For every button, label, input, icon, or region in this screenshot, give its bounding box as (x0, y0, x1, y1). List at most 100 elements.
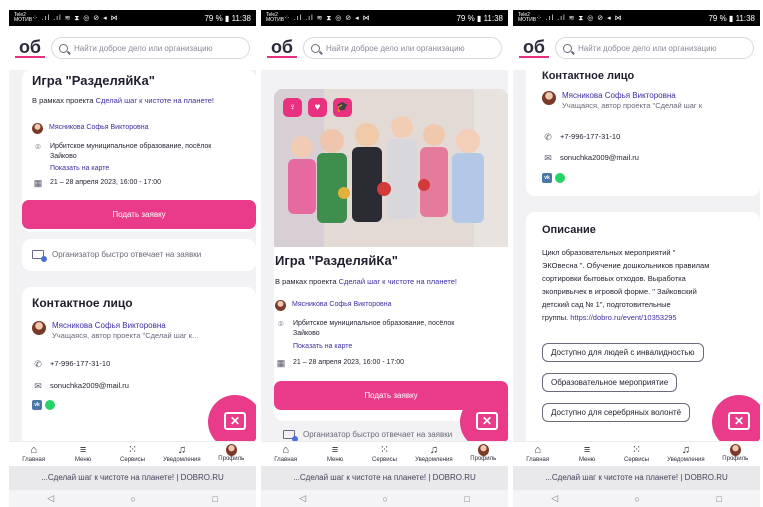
show-on-map-link[interactable]: Показать на карте (293, 342, 352, 352)
page-content: Контактное лицо Мясникова Софья Викторов… (513, 70, 760, 441)
dobro-logo[interactable]: об (519, 38, 549, 58)
nav-profile[interactable]: Профиль (463, 444, 503, 462)
contact-avatar (32, 321, 46, 335)
tag-silver-volunteers[interactable]: Доступно для серебряных волонтё (542, 403, 691, 422)
contact-avatar (542, 91, 556, 105)
contact-email[interactable]: sonuchka2009@mail.ru (560, 153, 639, 163)
whatsapp-icon[interactable] (555, 173, 565, 183)
page-content: ♀ ♥ 🎓 Игра "РазделяйКа" В рамках проекта… (261, 70, 508, 441)
nav-menu[interactable]: ≡ Меню (567, 444, 607, 463)
profile-avatar-icon (477, 444, 489, 456)
grid-icon: ⁙ (127, 444, 138, 456)
nav-home[interactable]: ⌂ Главная (266, 444, 306, 463)
contact-name[interactable]: Мясникова Софья Викторовна (52, 321, 198, 331)
home-circle-icon[interactable]: ○ (131, 494, 136, 504)
whatsapp-icon[interactable] (45, 400, 55, 410)
browser-url-bar[interactable]: ...Сделай шаг к чистоте на планете! | DO… (9, 466, 256, 490)
contact-card: Контактное лицо Мясникова Софья Викторов… (526, 70, 760, 196)
contact-phone[interactable]: +7-996-177-31-10 (50, 359, 110, 369)
home-icon: ⌂ (282, 444, 290, 456)
description-text: Цикл образовательных мероприятий " ЭКОве… (542, 248, 710, 322)
search-input[interactable]: Найти доброе дело или организацию (51, 37, 250, 59)
message-icon: ✕ (224, 412, 246, 430)
search-input[interactable]: Найти доброе дело или организацию (555, 37, 754, 59)
bottom-nav: ⌂ Главная ≡ Меню ⁙ Сервисы ♫ Уведомления Про… (261, 441, 508, 466)
home-circle-icon[interactable]: ○ (635, 494, 640, 504)
heart-badge-icon: ♥ (308, 98, 327, 117)
contact-phone[interactable]: +7-996-177-31-10 (560, 132, 620, 142)
event-card: Игра "РазделяйКа" В рамках проекта Сдела… (274, 247, 508, 421)
project-link[interactable]: Сделай шаг к чистоте на планете! (96, 96, 214, 105)
contact-title: Контактное лицо (32, 296, 133, 310)
organizer-note-card: Организатор быстро отвечает на заявки (22, 239, 256, 271)
event-title: Игра "РазделяйКа" (275, 253, 398, 268)
author-link[interactable]: Мясникова Софья Викторовна (49, 123, 149, 133)
nav-notifications[interactable]: ♫ Уведомления (414, 444, 454, 463)
contact-name[interactable]: Мясникова Софья Викторовна (562, 91, 702, 101)
back-icon[interactable]: ◁ (551, 493, 558, 504)
nav-services[interactable]: ⁙ Сервисы (112, 444, 152, 463)
back-icon[interactable]: ◁ (47, 493, 54, 504)
eco-badge-icon: ♀ (283, 98, 302, 117)
bell-icon: ♫ (429, 444, 438, 456)
system-nav: ◁ ○ □ (513, 490, 760, 507)
event-title: Игра "РазделяйКа" (32, 73, 155, 88)
dobro-logo[interactable]: об (267, 38, 297, 58)
nav-menu[interactable]: ≡ Меню (315, 444, 355, 463)
nav-profile[interactable]: Профиль (211, 444, 251, 462)
event-photo: ♀ ♥ 🎓 (274, 89, 508, 247)
bell-icon: ♫ (177, 444, 186, 456)
vk-icon[interactable]: vk (32, 400, 42, 410)
apply-button[interactable]: Подать заявку (22, 200, 256, 229)
bottom-nav: ⌂ Главная ≡ Меню ⁙ Сервисы ♫ Уведомления Про… (9, 441, 256, 466)
system-nav: ◁ ○ □ (9, 490, 256, 507)
screen-3: Tele2 МОТИВ ⁘ .ıl .ıl ≋ ⧗ ◎ ⊘ ◂ ⋈ 79 % ▮ … (513, 10, 760, 507)
dobro-logo[interactable]: об (15, 38, 45, 58)
search-input[interactable]: Найти доброе дело или организацию (303, 37, 502, 59)
recents-icon[interactable]: □ (464, 494, 469, 504)
profile-avatar-icon (225, 444, 237, 456)
status-bar: Tele2 МОТИВ ⁘ .ıl .ıl ≋ ⧗ ◎ ⊘ ◂ ⋈ 79 % ▮ … (261, 10, 508, 26)
nav-services[interactable]: ⁙ Сервисы (616, 444, 656, 463)
nav-menu[interactable]: ≡ Меню (63, 444, 103, 463)
browser-url-bar[interactable]: ...Сделай шаг к чистоте на планете! | DO… (513, 466, 760, 490)
status-icons: ⁘ .ıl .ıl ≋ ⧗ ◎ ⊘ ◂ ⋈ (536, 14, 623, 22)
contact-title: Контактное лицо (542, 70, 635, 82)
show-on-map-link[interactable]: Показать на карте (50, 164, 109, 174)
status-icons: ⁘ .ıl .ıl ≋ ⧗ ◎ ⊘ ◂ ⋈ (284, 14, 371, 22)
message-icon: ✕ (476, 412, 498, 430)
mail-icon: ✉ (544, 153, 552, 163)
nav-home[interactable]: ⌂ Главная (518, 444, 558, 463)
app-header: об Найти доброе дело или организацию (9, 26, 256, 70)
browser-url-bar[interactable]: ...Сделай шаг к чистоте на планете! | DO… (261, 466, 508, 490)
app-header: об Найти доброе дело или организацию (261, 26, 508, 70)
back-icon[interactable]: ◁ (299, 493, 306, 504)
message-icon: ✕ (728, 412, 750, 430)
mail-icon: ✉ (34, 381, 42, 391)
organizer-note: Организатор быстро отвечает на заявки (283, 430, 452, 441)
home-circle-icon[interactable]: ○ (383, 494, 388, 504)
recents-icon[interactable]: □ (716, 494, 721, 504)
recents-icon[interactable]: □ (212, 494, 217, 504)
phone-icon: ✆ (34, 359, 42, 369)
nav-services[interactable]: ⁙ Сервисы (364, 444, 404, 463)
event-card: Игра "РазделяйКа" В рамках проекта Сдела… (22, 70, 256, 232)
search-icon (311, 43, 320, 53)
nav-notifications[interactable]: ♫ Уведомления (162, 444, 202, 463)
contact-email[interactable]: sonuchka2009@mail.ru (50, 381, 129, 391)
message-fast-icon (283, 430, 298, 441)
home-icon: ⌂ (534, 444, 542, 456)
grid-icon: ⁙ (379, 444, 390, 456)
nav-home[interactable]: ⌂ Главная (14, 444, 54, 463)
bottom-nav: ⌂ Главная ≡ Меню ⁙ Сервисы ♫ Уведомления Про… (513, 441, 760, 466)
event-url-link[interactable]: https://dobro.ru/event/10353295 (570, 313, 676, 322)
nav-notifications[interactable]: ♫ Уведомления (666, 444, 706, 463)
author-link[interactable]: Мясникова Софья Викторовна (292, 300, 392, 310)
vk-icon[interactable]: vk (542, 173, 552, 183)
education-badge-icon: 🎓 (333, 98, 352, 117)
home-icon: ⌂ (30, 444, 38, 456)
tag-accessibility[interactable]: Доступно для людей с инвалидностью (542, 343, 704, 362)
project-link[interactable]: Сделай шаг к чистоте на планете! (339, 277, 457, 286)
tag-educational[interactable]: Образовательное мероприятие (542, 373, 678, 392)
nav-profile[interactable]: Профиль (715, 444, 755, 462)
